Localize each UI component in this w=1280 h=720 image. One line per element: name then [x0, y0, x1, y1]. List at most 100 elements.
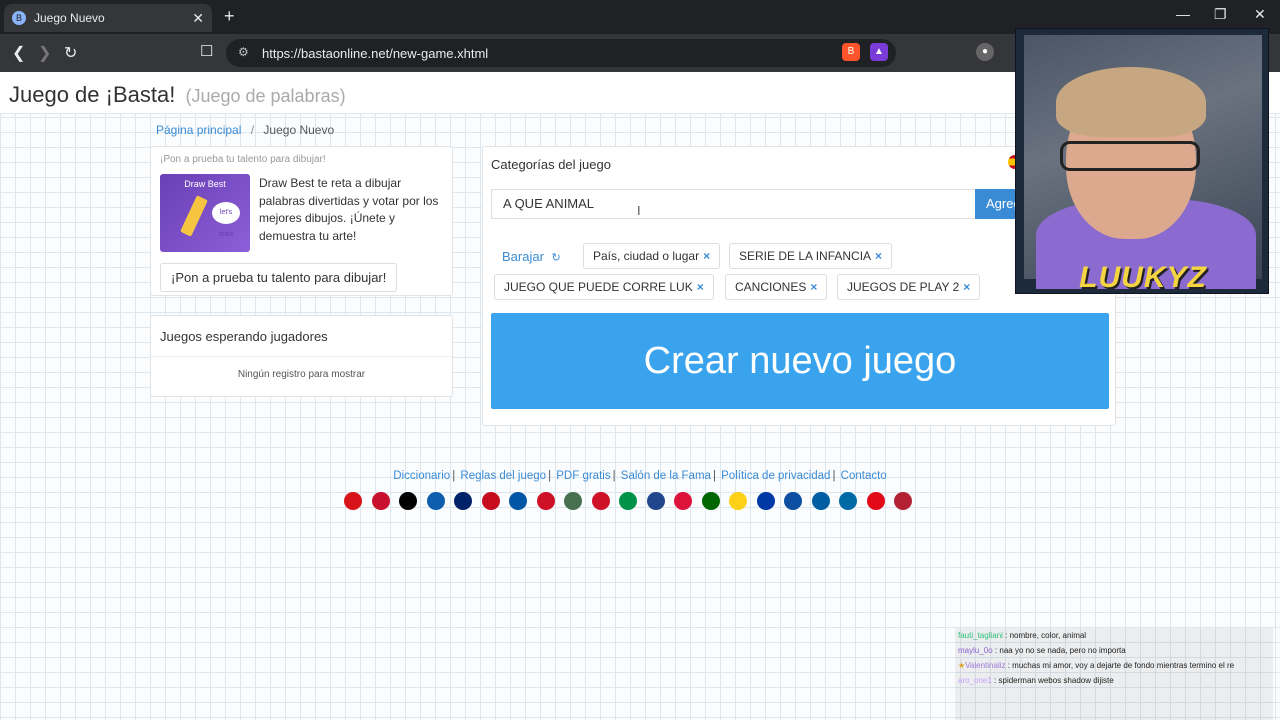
promo-heading: ¡Pon a prueba tu talento para dibujar! [160, 154, 326, 165]
language-flag-icon[interactable] [454, 492, 472, 510]
footer-link[interactable]: Diccionario [393, 470, 450, 482]
site-title: Juego de ¡Basta! (Juego de palabras) [9, 82, 346, 108]
shuffle-label: Barajar [502, 249, 544, 264]
language-flag-icon[interactable] [509, 492, 527, 510]
streamer-name: LUUKYZ [1079, 261, 1207, 294]
promo-description: Draw Best te reta a dibujar palabras div… [259, 176, 439, 243]
category-chip-label: CANCIONES [735, 280, 807, 294]
chat-text: : spiderman webos shadow dijiste [994, 676, 1114, 685]
extension-icon[interactable]: ● [976, 43, 994, 61]
stream-chat: fauti_tagliani : nombre, color, animal m… [955, 628, 1273, 720]
site-favicon-icon: B [12, 11, 26, 25]
remove-icon[interactable]: × [875, 249, 882, 263]
forward-icon[interactable]: ❯ [38, 43, 51, 63]
shuffle-icon: ↻ [551, 252, 561, 264]
language-flag-icon[interactable] [784, 492, 802, 510]
language-flag-icon[interactable] [371, 492, 390, 510]
language-flag-icon[interactable] [591, 492, 610, 510]
language-flag-icon[interactable] [866, 492, 885, 510]
language-flag-icon[interactable] [646, 492, 665, 510]
empty-message: Ningún registro para mostrar [237, 369, 366, 380]
category-chip: CANCIONES × [725, 274, 828, 300]
waiting-games-title: Juegos esperando jugadores [160, 329, 328, 344]
create-game-button[interactable]: Crear nuevo juego [491, 313, 1109, 409]
site-info-icon[interactable]: ⚙ [238, 45, 249, 59]
footer-separator: | [548, 470, 552, 482]
remove-icon[interactable]: × [963, 280, 970, 294]
brave-rewards-icon[interactable]: ▲ [870, 43, 888, 61]
bookmark-icon[interactable]: ☐ [200, 42, 213, 60]
category-input[interactable]: A QUE ANIMAL I [491, 189, 976, 219]
footer-link[interactable]: PDF gratis [556, 470, 610, 482]
reload-icon[interactable]: ↻ [64, 43, 77, 63]
remove-icon[interactable]: × [697, 280, 704, 294]
category-chip-label: JUEGO QUE PUEDE CORRE LUK [504, 280, 693, 294]
footer-link[interactable]: Salón de la Fama [621, 470, 711, 482]
category-chip: SERIE DE LA INFANCIA × [729, 243, 893, 269]
language-flag-icon[interactable] [564, 492, 582, 510]
language-flag-icon[interactable] [536, 492, 555, 510]
minimize-icon[interactable]: — [1176, 6, 1190, 22]
streamer-glasses [1060, 141, 1200, 171]
address-bar[interactable]: ⚙ https://bastaonline.net/new-game.xhtml… [226, 39, 896, 67]
url-text: https://bastaonline.net/new-game.xhtml [262, 45, 489, 61]
remove-icon[interactable]: × [810, 280, 817, 294]
language-flag-icon[interactable] [839, 492, 857, 510]
chat-message: aro_one1 : spiderman webos shadow dijist… [958, 673, 1273, 688]
chat-text: : nombre, color, animal [1005, 631, 1087, 640]
language-flag-icon[interactable] [674, 492, 692, 510]
footer-separator: | [712, 470, 716, 482]
promo-button[interactable]: ¡Pon a prueba tu talento para dibujar! [160, 263, 398, 292]
language-flag-icon[interactable] [756, 492, 775, 510]
language-flag-icon[interactable] [701, 492, 720, 510]
browser-tab[interactable]: B Juego Nuevo ✕ [4, 4, 212, 32]
category-chip-label: País, ciudad o lugar [593, 249, 700, 263]
chat-message: fauti_tagliani : nombre, color, animal [958, 628, 1273, 643]
add-category-button[interactable]: Agregar [975, 189, 1017, 219]
language-flag-icon[interactable] [426, 492, 445, 510]
brave-shield-icon[interactable]: B [842, 43, 860, 61]
site-title-text: Juego de ¡Basta! [9, 82, 176, 107]
category-chip: País, ciudad o lugar × [583, 243, 721, 269]
pencil-icon [180, 195, 208, 237]
language-flag-icon[interactable] [811, 492, 830, 510]
category-chip-label: JUEGOS DE PLAY 2 [847, 280, 960, 294]
thumb-bubble: let's draw [212, 202, 240, 238]
breadcrumb-home-link[interactable]: Página principal [156, 123, 241, 137]
language-flag-icon[interactable] [481, 492, 500, 510]
chat-text: : muchas mi amor, voy a dejarte de fondo… [1007, 661, 1235, 670]
back-icon[interactable]: ❮ [12, 43, 25, 63]
language-flags [344, 492, 912, 510]
chat-message: ★Valentinaliz : muchas mi amor, voy a de… [958, 658, 1273, 673]
language-flag-icon[interactable] [729, 492, 747, 510]
remove-icon[interactable]: × [703, 249, 710, 263]
breadcrumb: Página principal / Juego Nuevo [156, 123, 334, 137]
draw-best-thumbnail[interactable]: Draw Best let's draw [160, 174, 250, 252]
thumb-label: Draw Best [184, 179, 226, 189]
footer-links: Diccionario | Reglas del juego | PDF grati… [0, 470, 1280, 482]
chat-user: aro_one1 [958, 676, 992, 685]
footer-link[interactable]: Política de privacidad [721, 470, 830, 482]
category-chip: JUEGOS DE PLAY 2 × [837, 274, 981, 300]
chat-message: maylu_0o : naa yo no se nada, pero no im… [958, 643, 1273, 658]
language-flag-icon[interactable] [894, 492, 912, 510]
language-flag-icon[interactable] [399, 492, 417, 510]
webcam-overlay: LUUKYZ [1015, 28, 1269, 294]
close-tab-icon[interactable]: ✕ [192, 10, 204, 27]
language-flag-icon[interactable] [344, 492, 362, 510]
footer-separator: | [832, 470, 836, 482]
category-input-value: A QUE ANIMAL [503, 196, 595, 211]
divider [151, 356, 452, 357]
close-window-icon[interactable]: ✕ [1254, 6, 1266, 23]
footer-separator: | [452, 470, 456, 482]
footer-link[interactable]: Reglas del juego [460, 470, 546, 482]
tab-title: Juego Nuevo [34, 11, 105, 25]
new-tab-icon[interactable]: + [224, 6, 235, 27]
category-chip: JUEGO QUE PUEDE CORRE LUK × [494, 274, 714, 300]
language-flag-icon[interactable] [619, 492, 637, 510]
footer-link[interactable]: Contacto [841, 470, 887, 482]
promo-card: ¡Pon a prueba tu talento para dibujar! D… [150, 146, 453, 296]
restore-icon[interactable]: ❐ [1214, 6, 1227, 23]
shuffle-button[interactable]: Barajar ↻ [502, 249, 561, 264]
breadcrumb-current: Juego Nuevo [263, 123, 335, 137]
